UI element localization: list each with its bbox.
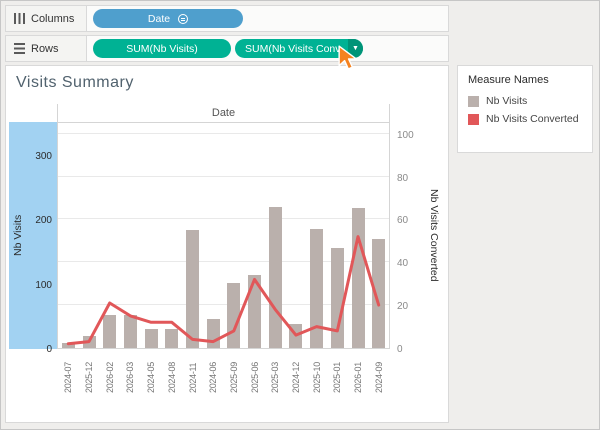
legend-item-label: Nb Visits xyxy=(486,95,528,107)
left-tick-label: 200 xyxy=(35,215,52,227)
date-column-header[interactable]: Date xyxy=(57,104,390,122)
pill-date-label: Date xyxy=(147,12,171,25)
rows-icon xyxy=(14,43,25,54)
legend-item[interactable]: Nb Visits Converted xyxy=(468,113,582,125)
x-axis-label[interactable]: 2024-09 xyxy=(374,362,384,393)
x-axis-label[interactable]: 2024-12 xyxy=(291,362,301,393)
legend-title: Measure Names xyxy=(468,74,549,86)
pill-sum-nb-visits[interactable]: SUM(Nb Visits) xyxy=(93,39,231,58)
right-tick-label: 0 xyxy=(397,344,403,355)
legend-item[interactable]: Nb Visits xyxy=(468,95,582,107)
nb-visits-converted-swatch xyxy=(468,113,479,125)
columns-tray[interactable]: Date xyxy=(87,6,448,31)
right-tick-label: 80 xyxy=(397,172,409,184)
x-axis-label[interactable]: 2025-09 xyxy=(229,362,239,393)
converted-line[interactable] xyxy=(66,235,381,346)
x-axis-label[interactable]: 2024-05 xyxy=(146,362,156,393)
pill-sum-nb-visits-converted-label: SUM(Nb Visits Conv.. xyxy=(245,42,346,55)
x-axis-label[interactable]: 2025-06 xyxy=(250,362,260,393)
left-axis-ticks: 0 100 200 300 xyxy=(9,122,57,355)
x-axis-label[interactable]: 2024-06 xyxy=(208,362,218,393)
pill-sum-nb-visits-label: SUM(Nb Visits) xyxy=(126,42,198,55)
tableau-window: Columns Date Rows SUM(Nb Visits) SUM(Nb … xyxy=(0,0,600,430)
x-axis-label[interactable]: 2025-01 xyxy=(332,362,342,393)
rows-label: Rows xyxy=(31,42,59,55)
right-axis-title: Nb Visits Converted xyxy=(428,189,440,282)
nb-visits-swatch xyxy=(468,95,479,107)
columns-label: Columns xyxy=(31,12,75,25)
plot-area[interactable] xyxy=(57,122,390,349)
x-axis-label[interactable]: 2026-01 xyxy=(353,362,363,393)
right-axis-ticks: 0 20 40 60 80 100 xyxy=(391,122,421,355)
columns-shelf: Columns Date xyxy=(5,5,449,32)
converted-line-layer xyxy=(66,235,381,346)
x-axis-label[interactable]: 2024-08 xyxy=(167,362,177,393)
x-axis-label[interactable]: 2026-03 xyxy=(125,362,135,393)
x-axis-label[interactable]: 2026-02 xyxy=(105,362,115,393)
columns-shelf-label: Columns xyxy=(6,6,87,31)
x-axis-label[interactable]: 2025-10 xyxy=(312,362,322,393)
legend-card: Measure Names Nb Visits Nb Visits Conver… xyxy=(457,65,593,153)
left-tick-label: 300 xyxy=(35,151,52,163)
rows-shelf-label: Rows xyxy=(6,36,87,61)
x-axis-label[interactable]: 2024-11 xyxy=(188,363,198,393)
x-axis-label[interactable]: 2025-03 xyxy=(270,362,280,393)
right-tick-label: 60 xyxy=(397,215,409,227)
pill-date[interactable]: Date xyxy=(93,9,243,28)
left-tick-label: 100 xyxy=(35,279,52,291)
right-tick-label: 40 xyxy=(397,258,409,270)
left-axis-highlight[interactable]: Nb Visits 0 100 200 300 xyxy=(9,122,57,355)
x-axis-label[interactable]: 2024-07 xyxy=(63,362,73,393)
cursor-pointer-icon xyxy=(338,45,357,70)
rows-shelf: Rows SUM(Nb Visits) SUM(Nb Visits Conv..… xyxy=(5,35,449,62)
chart-card: Visits Summary Date Nb Visits 0 100 200 300… xyxy=(5,65,449,423)
rows-tray[interactable]: SUM(Nb Visits) SUM(Nb Visits Conv.. ▼ xyxy=(87,36,448,61)
right-tick-label: 20 xyxy=(397,301,409,313)
sheet-title: Visits Summary xyxy=(16,74,134,91)
x-axis-label[interactable]: 2025-12 xyxy=(84,362,94,393)
x-axis-labels: 2024-07 2025-12 2026-02 2026-03 2024-05 2024-… xyxy=(57,349,390,413)
legend-item-label: Nb Visits Converted xyxy=(486,113,579,125)
columns-icon xyxy=(14,13,25,24)
right-tick-label: 100 xyxy=(397,129,414,141)
pill-menu-icon[interactable] xyxy=(178,13,189,24)
left-tick-label: 0 xyxy=(46,344,52,355)
